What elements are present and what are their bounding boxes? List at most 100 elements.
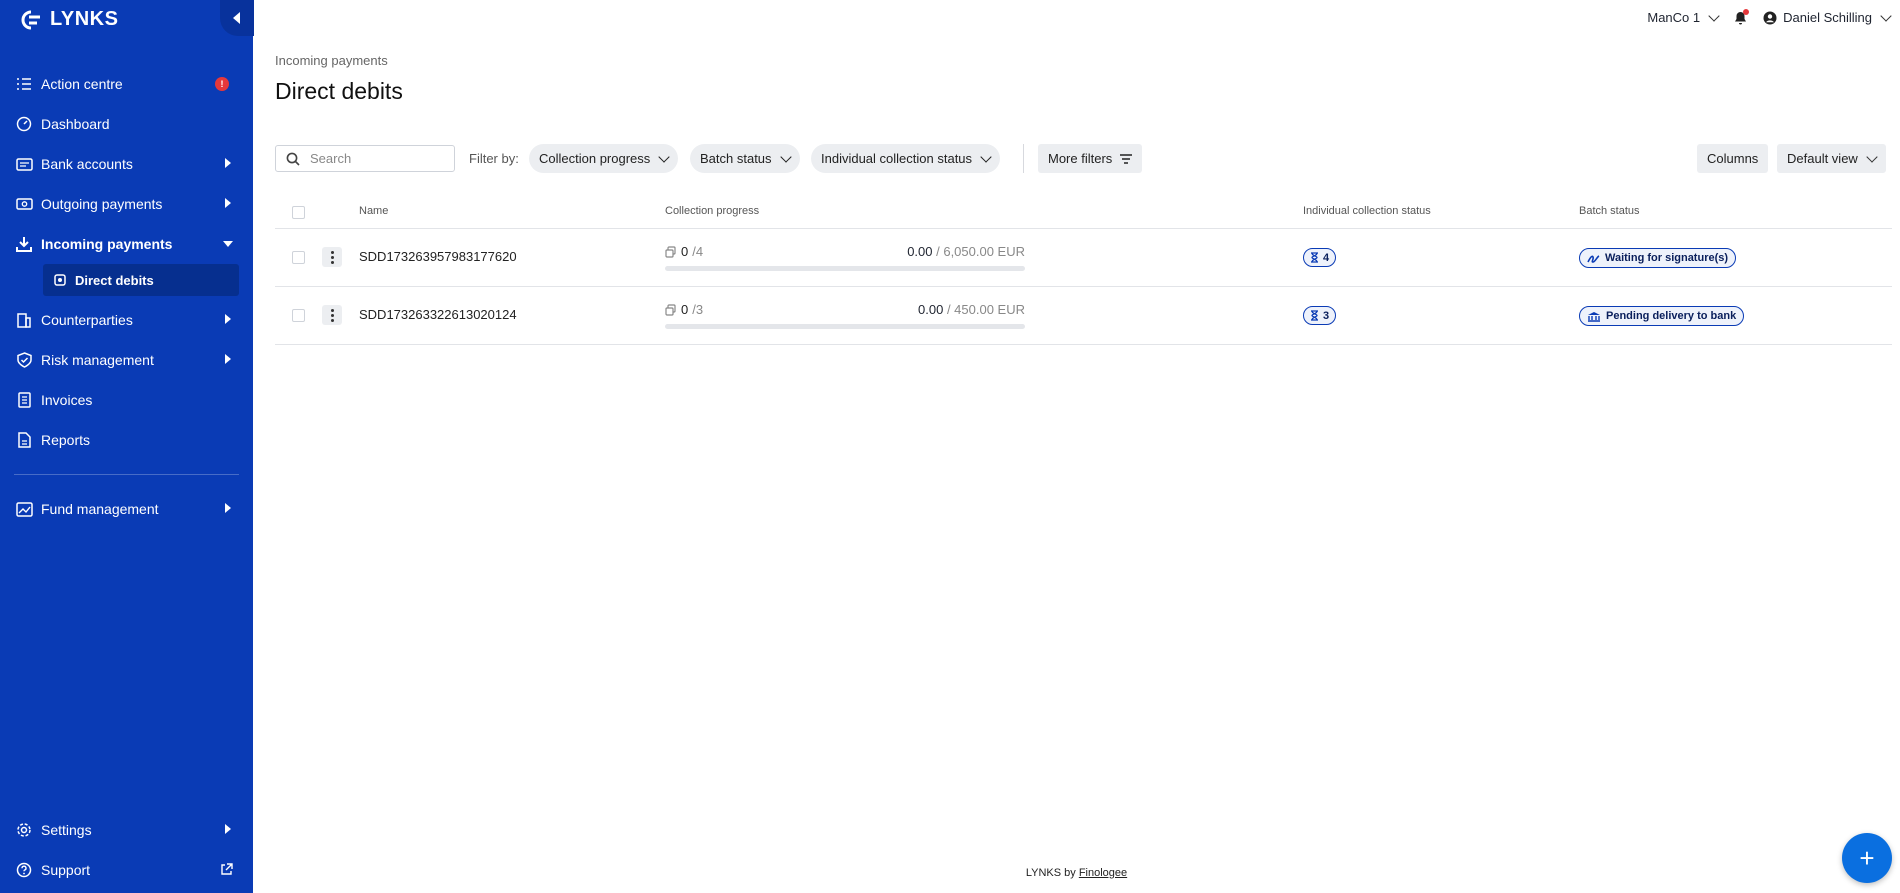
- sidebar-item-invoices[interactable]: Invoices: [0, 380, 253, 420]
- filter-lines-icon: [1120, 153, 1133, 164]
- column-header-batch-status[interactable]: Batch status: [1579, 205, 1640, 217]
- entity-selector[interactable]: ManCo 1: [1647, 9, 1720, 25]
- more-filters-button[interactable]: More filters: [1038, 144, 1143, 173]
- individual-status-badge[interactable]: 3: [1303, 306, 1337, 325]
- signature-icon: [1587, 254, 1600, 263]
- sidebar-item-counterparties[interactable]: Counterparties: [0, 300, 253, 340]
- entity-name: ManCo 1: [1647, 10, 1701, 25]
- download-icon: [15, 235, 33, 253]
- caret-down-icon: [223, 241, 233, 247]
- hourglass-icon: [1311, 252, 1318, 263]
- bank-card-icon: [15, 155, 33, 173]
- individual-status-badge[interactable]: 4: [1303, 248, 1337, 267]
- columns-button[interactable]: Columns: [1697, 144, 1769, 173]
- filter-label-text: Collection progress: [539, 151, 651, 166]
- batch-status-label: Waiting for signature(s): [1605, 252, 1729, 264]
- sidebar-item-fund-management[interactable]: Fund management: [0, 489, 253, 529]
- filter-individual-collection-status[interactable]: Individual collection status: [811, 144, 1001, 173]
- notifications-button[interactable]: [1734, 8, 1750, 25]
- footer-link[interactable]: Finologee: [1079, 867, 1127, 879]
- row-actions-button[interactable]: [322, 247, 342, 267]
- batch-status-badge[interactable]: Pending delivery to bank: [1579, 306, 1745, 326]
- caret-left-icon: [233, 12, 240, 24]
- sidebar-item-label: Support: [41, 862, 91, 878]
- chevron-down-icon: [1880, 9, 1892, 22]
- total-amount: / 6,050.00 EUR: [932, 244, 1025, 259]
- footer-text: LYNKS by: [1025, 867, 1079, 879]
- sidebar-item-incoming-payments[interactable]: Incoming payments: [0, 224, 253, 264]
- caret-right-icon: [225, 314, 231, 324]
- chevron-down-icon: [658, 150, 670, 163]
- column-header-progress[interactable]: Collection progress: [665, 205, 759, 217]
- caret-right-icon: [225, 354, 231, 364]
- lynks-logo-icon: [21, 10, 40, 29]
- bank-delivery-icon: [1588, 311, 1600, 322]
- batch-status-badge[interactable]: Waiting for signature(s): [1579, 248, 1737, 268]
- help-icon: [15, 861, 33, 879]
- collapse-sidebar-button[interactable]: [220, 0, 254, 36]
- column-header-individual-status[interactable]: Individual collection status: [1303, 205, 1431, 217]
- filter-collection-progress[interactable]: Collection progress: [529, 144, 679, 173]
- breadcrumb[interactable]: Incoming payments: [275, 53, 388, 68]
- search-placeholder: Search: [310, 151, 352, 166]
- brand-name: LYNKS: [50, 8, 119, 30]
- collection-progress-bar: [665, 266, 1025, 271]
- filter-label-text: Batch status: [700, 151, 772, 166]
- view-selector[interactable]: Default view: [1777, 144, 1886, 173]
- sidebar-nav: Action centre ! Dashboard Bank accounts …: [0, 64, 253, 529]
- sidebar-item-label: Incoming payments: [41, 236, 173, 252]
- sidebar-item-bank-accounts[interactable]: Bank accounts: [0, 144, 253, 184]
- chevron-down-icon: [779, 150, 792, 163]
- sidebar-item-support[interactable]: Support: [0, 850, 253, 890]
- search-icon: [286, 152, 300, 166]
- sidebar-item-label: Direct debits: [75, 272, 154, 288]
- search-input[interactable]: Search: [275, 145, 455, 172]
- sidebar-item-label: Bank accounts: [41, 156, 133, 172]
- view-label: Default view: [1787, 151, 1858, 166]
- sidebar-item-outgoing-payments[interactable]: Outgoing payments: [0, 184, 253, 224]
- filter-label: Filter by:: [469, 151, 519, 166]
- chevron-down-icon: [1866, 150, 1878, 163]
- caret-right-icon: [225, 158, 231, 168]
- chart-icon: [15, 500, 33, 518]
- row-actions-button[interactable]: [322, 305, 342, 325]
- caret-right-icon: [225, 824, 231, 834]
- toolbar-separator: [1023, 144, 1024, 173]
- hourglass-icon: [1311, 310, 1318, 321]
- column-header-name[interactable]: Name: [359, 205, 388, 217]
- table-row[interactable]: SDD173263957983177620 0/4 0.00 / 6,050.0…: [275, 229, 1892, 287]
- sidebar-item-direct-debits[interactable]: Direct debits: [43, 264, 239, 296]
- batch-name[interactable]: SDD173263957983177620: [359, 249, 517, 264]
- sidebar-bottom: Settings Support: [0, 810, 253, 890]
- filter-batch-status[interactable]: Batch status: [690, 144, 800, 173]
- sidebar-item-settings[interactable]: Settings: [0, 810, 253, 850]
- select-all-checkbox[interactable]: [292, 206, 305, 219]
- direct-debit-icon: [53, 273, 67, 287]
- user-name: Daniel Schilling: [1783, 10, 1872, 25]
- batch-name[interactable]: SDD173263322613020124: [359, 307, 517, 322]
- chevron-down-icon: [980, 150, 992, 163]
- table-header: Name Collection progress Individual coll…: [275, 195, 1892, 229]
- sidebar-item-label: Counterparties: [41, 312, 133, 328]
- gauge-icon: [15, 115, 33, 133]
- sidebar-item-risk-management[interactable]: Risk management: [0, 340, 253, 380]
- row-checkbox[interactable]: [292, 251, 305, 264]
- collection-amount: 0.00 / 6,050.00 EUR: [665, 244, 1025, 259]
- sidebar-item-reports[interactable]: Reports: [0, 420, 253, 460]
- sidebar-item-label: Invoices: [41, 392, 93, 408]
- user-menu[interactable]: Daniel Schilling: [1763, 9, 1892, 25]
- filter-label-text: Individual collection status: [821, 151, 973, 166]
- sidebar-item-label: Fund management: [41, 501, 159, 517]
- add-button[interactable]: +: [1842, 833, 1892, 883]
- sidebar-item-action-centre[interactable]: Action centre !: [0, 64, 253, 104]
- row-checkbox[interactable]: [292, 309, 305, 322]
- lynks-logo[interactable]: LYNKS: [18, 8, 118, 31]
- report-icon: [15, 431, 33, 449]
- sidebar-item-dashboard[interactable]: Dashboard: [0, 104, 253, 144]
- sidebar: LYNKS Action centre ! Dashboard Bank acc…: [0, 0, 254, 893]
- table-row[interactable]: SDD173263322613020124 0/3 0.00 / 450.00 …: [275, 287, 1892, 345]
- sidebar-item-label: Settings: [41, 822, 92, 838]
- alert-badge: !: [215, 77, 229, 91]
- columns-label: Columns: [1707, 151, 1759, 166]
- page-footer: LYNKS by Finologee: [253, 867, 1900, 879]
